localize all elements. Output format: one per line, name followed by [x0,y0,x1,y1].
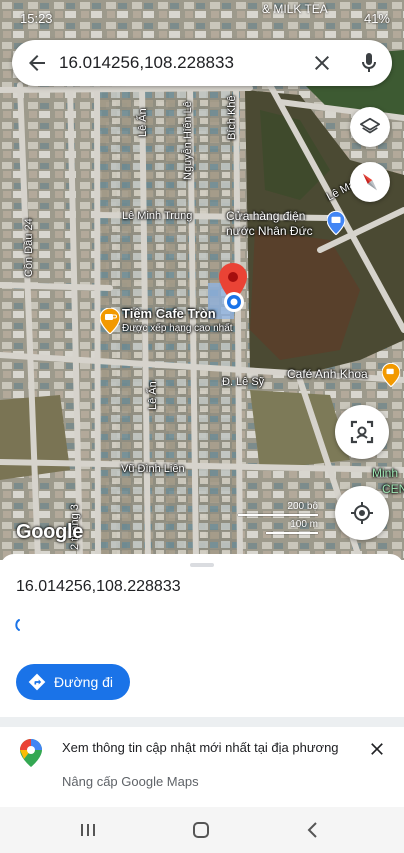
lens-frame-button[interactable] [335,405,389,459]
map-poi-milk-tea: & MILK TEA [262,2,328,16]
status-time: 15:23 [20,11,53,26]
back-arrow-icon[interactable] [25,51,49,75]
microphone-icon[interactable] [357,51,381,75]
search-box[interactable]: 16.014256,108.228833 [12,40,392,86]
search-query[interactable]: 16.014256,108.228833 [59,53,234,73]
poi-cafe-anh-khoa[interactable]: Café Anh Khoa [287,363,404,389]
poi-rating-text: Được xếp hạng cao nhất [122,323,233,334]
street-label: Lê Ấn [147,381,159,410]
promo-upgrade-link[interactable]: Nâng cấp Google Maps [62,774,199,789]
android-nav-bar [0,807,404,853]
google-logo: Google [16,521,84,543]
battery-level: 41% [363,11,390,26]
status-bar: 15:23 & MILK TEA 41% [0,0,404,38]
back-icon[interactable] [302,819,324,841]
scale-meters: 100 m [290,519,318,530]
cafe-pin-icon [382,363,400,387]
street-label: Cồn Dầu 24 [23,218,35,277]
close-icon[interactable] [310,51,334,75]
place-coordinates: 16.014256,108.228833 [16,578,181,595]
promo-title: Xem thông tin cập nhật mới nhất tại địa … [62,740,339,755]
map-scale: 200 bộ 100 m [238,500,320,540]
layers-icon [360,117,380,134]
street-label: Lê Ấn [137,108,149,137]
google-maps-pin-icon [20,739,42,767]
poi-label: Minh [372,466,399,480]
street-label: Nguyễn Hiến Lê [182,101,194,180]
poi-cua-hang[interactable]: Cửa hàng điện nước Nhân Đức [226,209,356,241]
place-bottom-sheet[interactable]: 16.014256,108.228833 Đường đi [0,554,404,718]
poi-name: Cửa hàng điện [226,209,306,223]
poi-name: nước Nhân Đức [226,224,313,238]
shop-pin-icon [327,211,345,235]
my-location-button[interactable] [335,486,389,540]
directions-button[interactable]: Đường đi [16,664,130,700]
directions-label: Đường đi [54,674,114,690]
update-promo-banner[interactable]: Xem thông tin cập nhật mới nhất tại địa … [0,727,404,807]
scale-bar [266,532,318,534]
layers-button[interactable] [350,107,390,147]
recent-apps-icon[interactable] [77,819,99,841]
sheet-drag-handle[interactable] [190,563,214,567]
map-view[interactable]: Lê Minh Trung Cồn Dầu 24 Lê Ấn Lê Ấn Ngu… [0,0,404,560]
section-divider [0,717,404,727]
compass-button[interactable] [350,162,390,202]
poi-label: CEN [382,482,404,496]
scale-bar [238,514,318,516]
directions-icon [28,673,46,691]
poi-name: Café Anh Khoa [287,367,368,381]
street-label: Bích Khê [226,95,238,140]
street-label: Vũ Đình Liên [121,463,185,475]
cafe-pin-icon [100,308,120,334]
scale-feet: 200 bộ [287,501,318,512]
poi-name: Tiệm Cafe Tròn [122,306,216,321]
focus-frame-icon [350,420,374,444]
street-label: Lê Minh Trung [122,210,193,222]
crosshair-icon [351,502,373,524]
close-icon[interactable] [367,739,387,759]
compass-icon [362,173,378,191]
current-location-dot-icon [224,292,244,312]
home-icon[interactable] [190,819,212,841]
street-label: Đ. Lê Sỹ [222,376,265,388]
loading-spinner-icon [15,619,20,631]
